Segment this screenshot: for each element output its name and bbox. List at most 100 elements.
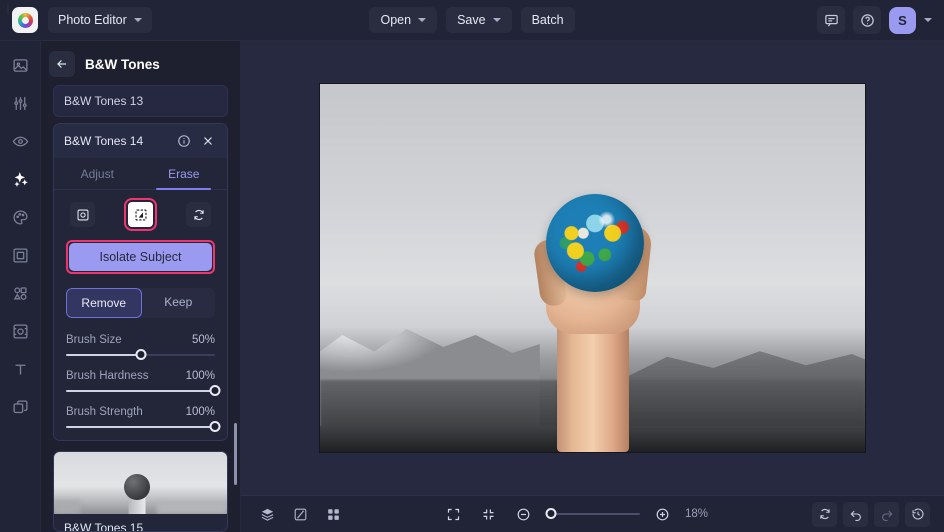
rainbow-logo[interactable] xyxy=(12,7,38,33)
tab-adjust[interactable]: Adjust xyxy=(54,158,141,189)
app-root: Photo Editor Open Save Batch xyxy=(0,0,944,532)
segment-remove[interactable]: Remove xyxy=(66,288,142,318)
redo-icon xyxy=(880,507,894,521)
zoom-slider-knob[interactable] xyxy=(545,508,556,519)
back-button[interactable] xyxy=(49,51,75,77)
account-chevron-down-icon[interactable] xyxy=(924,18,932,22)
reset-icon xyxy=(818,507,832,521)
chevron-down-icon xyxy=(418,18,426,22)
zoom-level-value: 18% xyxy=(685,508,717,520)
rail-item-effects[interactable] xyxy=(6,165,34,193)
brush-size-knob[interactable] xyxy=(135,349,146,360)
layer-item-previous[interactable]: B&W Tones 13 xyxy=(53,85,228,117)
info-circle-icon xyxy=(177,134,191,148)
rail-item-color[interactable] xyxy=(6,203,34,231)
grid-view-button[interactable] xyxy=(321,502,346,527)
info-button[interactable] xyxy=(175,132,193,150)
layer-thumbnail xyxy=(54,452,227,514)
batch-button[interactable]: Batch xyxy=(521,7,575,33)
brush-strength-label: Brush Strength xyxy=(66,406,143,418)
brush-size-slider: Brush Size 50% xyxy=(66,334,215,356)
panel-header: B&W Tones xyxy=(41,41,240,85)
image-icon xyxy=(12,57,29,74)
layer-active-header: B&W Tones 14 xyxy=(54,124,227,158)
tab-erase[interactable]: Erase xyxy=(141,158,228,189)
rail-item-preview[interactable] xyxy=(6,127,34,155)
rail-item-shapes[interactable] xyxy=(6,279,34,307)
zoom-out-icon xyxy=(516,507,531,522)
feedback-button[interactable] xyxy=(817,6,845,34)
brush-size-value: 50% xyxy=(192,334,215,346)
help-button[interactable] xyxy=(853,6,881,34)
avatar[interactable]: S xyxy=(889,7,916,34)
rail-item-frame[interactable] xyxy=(6,241,34,269)
compare-split-icon xyxy=(293,507,308,522)
tab-adjust-label: Adjust xyxy=(81,167,114,181)
close-layer-button[interactable] xyxy=(199,132,217,150)
canvas-area[interactable] xyxy=(241,41,944,495)
brush-hardness-slider: Brush Hardness 100% xyxy=(66,370,215,392)
layer-active-label: B&W Tones 14 xyxy=(64,134,143,148)
segment-keep-label: Keep xyxy=(164,295,192,309)
redo-button[interactable] xyxy=(874,502,899,527)
rail-item-image[interactable] xyxy=(6,51,34,79)
panel-scrollbar[interactable] xyxy=(234,423,237,485)
brush-size-label: Brush Size xyxy=(66,334,122,346)
save-button[interactable]: Save xyxy=(446,7,512,33)
fit-to-screen-icon xyxy=(446,507,461,522)
eye-icon xyxy=(12,133,29,150)
zoom-slider[interactable] xyxy=(546,513,640,515)
brush-strength-track[interactable] xyxy=(66,426,215,428)
photo-canvas[interactable] xyxy=(320,84,865,452)
batch-label: Batch xyxy=(532,13,564,27)
fit-to-screen-button[interactable] xyxy=(441,502,466,527)
rail-item-transform[interactable] xyxy=(6,317,34,345)
invert-mask-button[interactable] xyxy=(186,202,211,227)
app-switcher[interactable]: Photo Editor xyxy=(48,7,152,33)
history-icon xyxy=(911,507,925,521)
brush-hardness-track[interactable] xyxy=(66,390,215,392)
question-circle-icon xyxy=(860,13,875,28)
brush-size-track[interactable] xyxy=(66,354,215,356)
top-toolbar: Photo Editor Open Save Batch xyxy=(0,0,944,41)
zoom-in-button[interactable] xyxy=(650,502,675,527)
open-button[interactable]: Open xyxy=(369,7,437,33)
layer-item-active: B&W Tones 14 Adjust xyxy=(53,123,228,441)
effect-panel: B&W Tones B&W Tones 13 B&W Tones 14 xyxy=(41,41,241,532)
segment-remove-label: Remove xyxy=(81,296,126,310)
brush-mask-button[interactable] xyxy=(70,202,95,227)
brush-strength-value: 100% xyxy=(186,406,215,418)
arrow-left-icon xyxy=(55,57,69,71)
brush-hardness-label: Brush Hardness xyxy=(66,370,148,382)
bottom-toolbar: 18% xyxy=(241,495,944,532)
brush-hardness-value: 100% xyxy=(186,370,215,382)
isolate-subject-highlight: Isolate Subject xyxy=(66,240,215,274)
tool-rail xyxy=(0,41,41,532)
rail-item-adjust[interactable] xyxy=(6,89,34,117)
reset-button[interactable] xyxy=(812,502,837,527)
compare-button[interactable] xyxy=(288,502,313,527)
remove-keep-toggle: Remove Keep xyxy=(66,288,215,318)
isolate-subject-button[interactable]: Isolate Subject xyxy=(69,243,212,271)
erase-mode-icons xyxy=(66,202,215,227)
avatar-initial: S xyxy=(898,13,907,28)
shapes-icon xyxy=(12,285,29,302)
subject-select-button[interactable] xyxy=(128,202,153,227)
subject-select-icon xyxy=(134,208,148,222)
brush-strength-knob[interactable] xyxy=(210,421,221,432)
rail-item-layers[interactable] xyxy=(6,393,34,421)
layers-stack-icon xyxy=(12,399,29,416)
close-x-icon xyxy=(201,134,215,148)
rail-item-text[interactable] xyxy=(6,355,34,383)
segment-keep[interactable]: Keep xyxy=(142,288,216,318)
brush-mask-icon xyxy=(76,208,90,222)
undo-button[interactable] xyxy=(843,502,868,527)
layers-button[interactable] xyxy=(255,502,280,527)
layer-item-next[interactable]: B&W Tones 15 xyxy=(53,451,228,532)
erase-tool-body: Isolate Subject Remove Keep Brush Size xyxy=(54,190,227,441)
history-button[interactable] xyxy=(905,502,930,527)
zoom-out-button[interactable] xyxy=(511,502,536,527)
actual-size-button[interactable] xyxy=(476,502,501,527)
brush-hardness-knob[interactable] xyxy=(210,385,221,396)
layer-thumbnail-label: B&W Tones 15 xyxy=(54,514,227,532)
